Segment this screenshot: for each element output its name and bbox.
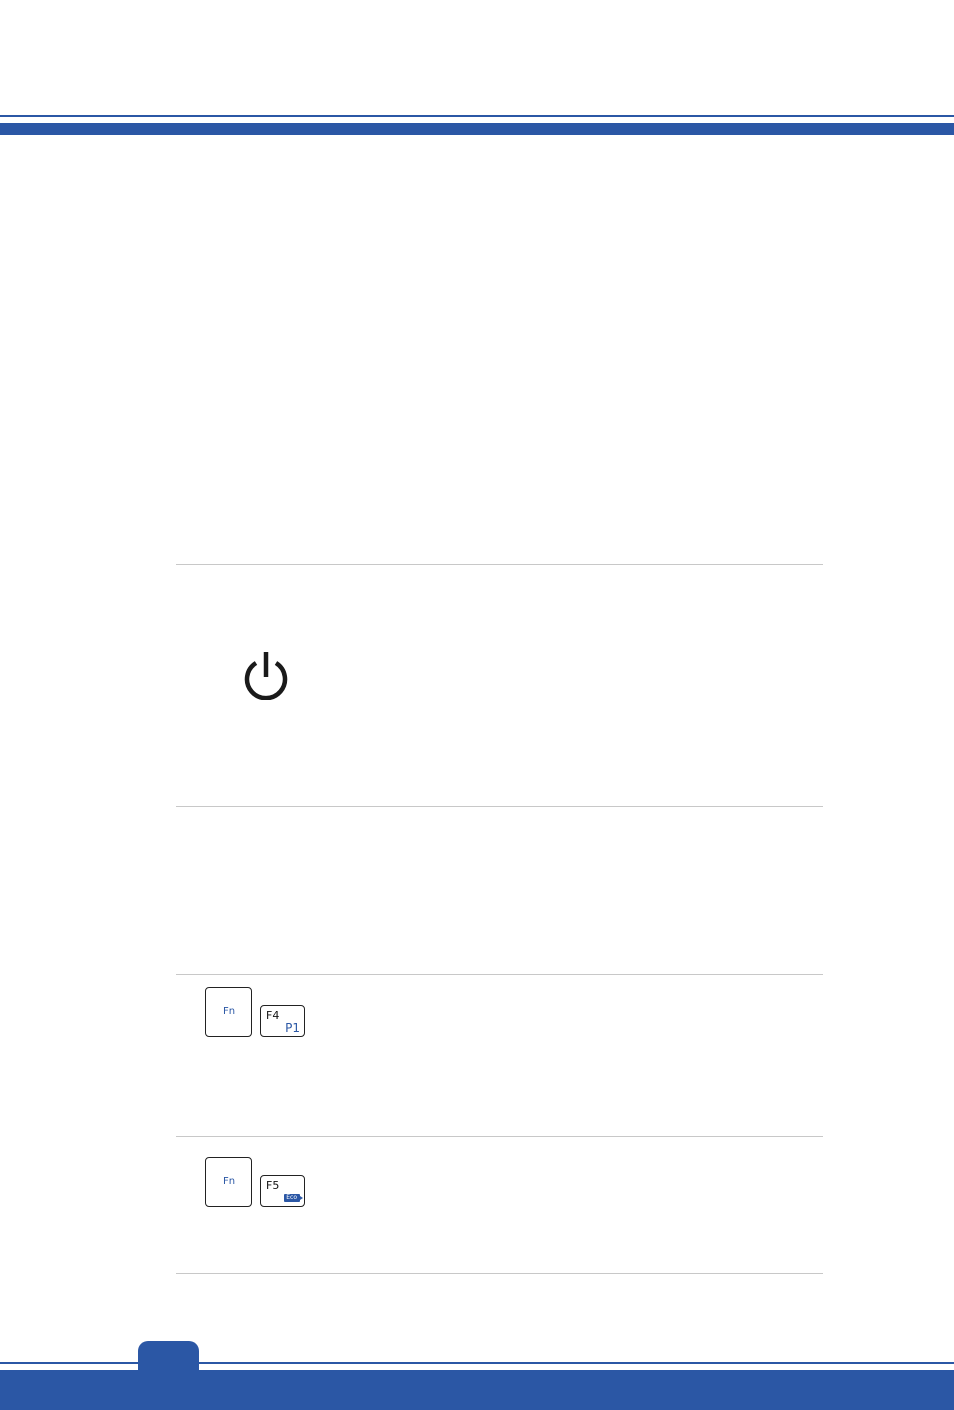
p1-label: P1	[285, 1021, 300, 1035]
header-rule	[0, 115, 954, 117]
page-number-tab	[138, 1341, 199, 1381]
fn-key-label: Fn	[223, 1006, 236, 1017]
f5-key-label: F5	[266, 1179, 280, 1192]
table-rule-1	[176, 564, 823, 565]
table-rule-5	[176, 1273, 823, 1274]
fn-key: Fn	[205, 987, 252, 1037]
f4-key: F4 P1	[260, 1005, 305, 1037]
fn-key-label: Fn	[223, 1176, 236, 1187]
table-rule-4	[176, 1136, 823, 1137]
fn-key: Fn	[205, 1157, 252, 1207]
power-icon	[244, 652, 288, 700]
f5-key: F5 Eco	[260, 1175, 305, 1207]
table-rule-2	[176, 806, 823, 807]
header-band	[0, 123, 954, 135]
f4-key-label: F4	[266, 1009, 280, 1022]
table-rule-3	[176, 974, 823, 975]
eco-badge: Eco	[284, 1194, 303, 1202]
